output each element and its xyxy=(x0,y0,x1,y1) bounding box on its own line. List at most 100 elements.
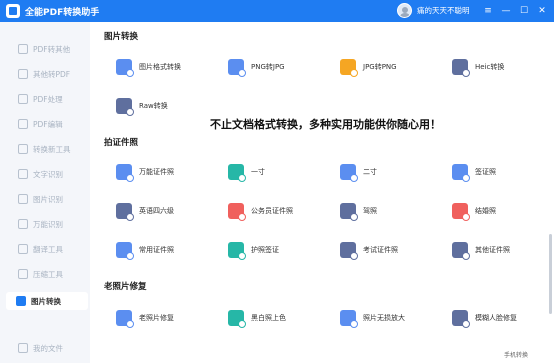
sidebar-item-label: 图片识别 xyxy=(33,194,63,204)
sidebar-item-label: 万能识别 xyxy=(33,219,63,229)
tile-heic-convert[interactable]: Heic转换 xyxy=(436,49,536,85)
visa-photo-icon xyxy=(452,164,470,182)
tile-lossless-upscale[interactable]: 照片无损放大 xyxy=(324,300,424,336)
sidebar-item-image-ocr[interactable]: 图片识别 xyxy=(8,190,88,208)
tile-colorize[interactable]: 黑白照上色 xyxy=(212,300,312,336)
sidebar-item-translate[interactable]: 翻译工具 xyxy=(8,240,88,258)
minimize-icon[interactable]: — xyxy=(498,0,514,22)
exam-photo-icon xyxy=(340,242,358,260)
sidebar-item-image-convert[interactable]: 图片转换 xyxy=(6,292,88,310)
maximize-icon[interactable]: ☐ xyxy=(516,0,532,22)
tile-other-id-photo[interactable]: 其他证件照 xyxy=(436,232,536,268)
colorize-icon xyxy=(228,310,246,328)
sidebar-item-pdf-edit[interactable]: PDF编辑 xyxy=(8,115,88,133)
tile-label: 图片格式转换 xyxy=(139,63,181,71)
app-logo-icon xyxy=(6,4,20,18)
ocr-icon xyxy=(18,169,28,179)
username[interactable]: 痛的天天不聪明 xyxy=(417,5,470,16)
avatar[interactable] xyxy=(397,3,412,18)
tile-png-to-jpg[interactable]: PNG转JPG xyxy=(212,49,312,85)
sidebar-item-other-to-pdf[interactable]: 其他转PDF xyxy=(8,65,88,83)
sidebar: PDF转其他 其他转PDF PDF处理 PDF编辑 转换新工具 文字识别 图片识… xyxy=(0,22,88,363)
tile-civil-servant-photo[interactable]: 公务员证件照 xyxy=(212,193,312,229)
tile-jpg-to-png[interactable]: JPG转PNG xyxy=(324,49,424,85)
tile-one-inch[interactable]: 一寸 xyxy=(212,154,312,190)
section-title-id-photo: 拍证件照 xyxy=(104,138,139,148)
my-files-icon xyxy=(18,343,28,353)
tile-label: 公务员证件照 xyxy=(251,207,293,215)
pdf-tools-icon xyxy=(18,94,28,104)
tile-label: 结婚照 xyxy=(475,207,496,215)
sidebar-item-universal-ocr[interactable]: 万能识别 xyxy=(8,215,88,233)
old-photo-icon xyxy=(116,310,134,328)
tile-label: 黑白照上色 xyxy=(251,314,286,322)
sidebar-item-label: PDF转其他 xyxy=(33,44,71,54)
tile-common-id-photo[interactable]: 常用证件照 xyxy=(100,232,200,268)
tile-old-photo-repair[interactable]: 老照片修复 xyxy=(100,300,200,336)
section-title-image-convert: 图片转换 xyxy=(104,32,139,42)
sidebar-item-label: 翻译工具 xyxy=(33,244,63,254)
tile-raw-convert[interactable]: Raw转换 xyxy=(100,88,200,124)
sidebar-item-label: 其他转PDF xyxy=(33,69,71,79)
sidebar-item-pdf-to-other[interactable]: PDF转其他 xyxy=(8,40,88,58)
menu-icon[interactable]: ≡ xyxy=(480,0,496,22)
passport-icon xyxy=(228,242,246,260)
sidebar-item-label: 图片转换 xyxy=(31,296,61,306)
sidebar-item-compress[interactable]: 压缩工具 xyxy=(8,265,88,283)
section-title-old-photo-repair: 老照片修复 xyxy=(104,282,147,292)
jpg-icon xyxy=(340,59,358,77)
raw-icon xyxy=(116,98,134,116)
close-icon[interactable]: ✕ xyxy=(534,0,550,22)
tile-visa-photo[interactable]: 签证照 xyxy=(436,154,536,190)
heic-icon xyxy=(452,59,470,77)
tile-label: Heic转换 xyxy=(475,63,505,71)
universal-ocr-icon xyxy=(18,219,28,229)
tile-wedding-photo[interactable]: 结婚照 xyxy=(436,193,536,229)
wedding-photo-icon xyxy=(452,203,470,221)
tile-label: 老照片修复 xyxy=(139,314,174,322)
tile-label: 二寸 xyxy=(363,168,377,176)
tile-face-restore[interactable]: 模糊人脸修复 xyxy=(436,300,536,336)
tile-driver-license[interactable]: 驾照 xyxy=(324,193,424,229)
id-photo-icon xyxy=(116,164,134,182)
tile-label: 万能证件照 xyxy=(139,168,174,176)
common-id-icon xyxy=(116,242,134,260)
tile-label: Raw转换 xyxy=(139,102,168,110)
tile-universal-id-photo[interactable]: 万能证件照 xyxy=(100,154,200,190)
app-title: 全能PDF转换助手 xyxy=(25,7,100,18)
sidebar-item-label: 文字识别 xyxy=(33,169,63,179)
pdf-import-icon xyxy=(18,69,28,79)
sidebar-item-label: 压缩工具 xyxy=(33,269,63,279)
user-account[interactable]: 痛的天天不聪明 xyxy=(397,3,470,18)
sidebar-item-text-ocr[interactable]: 文字识别 xyxy=(8,165,88,183)
scrollbar[interactable] xyxy=(549,234,552,314)
tile-label: 其他证件照 xyxy=(475,246,510,254)
tile-exam-id-photo[interactable]: 考试证件照 xyxy=(324,232,424,268)
sidebar-item-pdf-process[interactable]: PDF处理 xyxy=(8,90,88,108)
tile-label: JPG转PNG xyxy=(363,63,397,71)
sidebar-item-label: 我的文件 xyxy=(33,343,63,353)
compress-icon xyxy=(18,269,28,279)
new-tools-icon xyxy=(18,144,28,154)
tile-two-inch[interactable]: 二寸 xyxy=(324,154,424,190)
sidebar-item-new-tools[interactable]: 转换新工具 xyxy=(8,140,88,158)
cet-icon xyxy=(116,203,134,221)
driver-license-icon xyxy=(340,203,358,221)
mobile-convert-link[interactable]: 手机转换 xyxy=(504,350,528,359)
tile-label: 模糊人脸修复 xyxy=(475,314,517,322)
image-convert-icon xyxy=(16,296,26,306)
sidebar-item-my-files[interactable]: 我的文件 xyxy=(8,339,88,357)
sidebar-item-label: PDF处理 xyxy=(33,94,63,104)
face-restore-icon xyxy=(452,310,470,328)
civil-servant-icon xyxy=(228,203,246,221)
image-ocr-icon xyxy=(18,194,28,204)
pdf-edit-icon xyxy=(18,119,28,129)
tile-image-format-convert[interactable]: 图片格式转换 xyxy=(100,49,200,85)
title-bar: 全能PDF转换助手 痛的天天不聪明 ≡ — ☐ ✕ xyxy=(0,0,554,22)
tile-cet-photo[interactable]: 英语四六级 xyxy=(100,193,200,229)
tile-label: 照片无损放大 xyxy=(363,314,405,322)
tile-label: 驾照 xyxy=(363,207,377,215)
tile-label: 常用证件照 xyxy=(139,246,174,254)
tile-label: 英语四六级 xyxy=(139,207,174,215)
tile-passport-visa[interactable]: 护照签证 xyxy=(212,232,312,268)
